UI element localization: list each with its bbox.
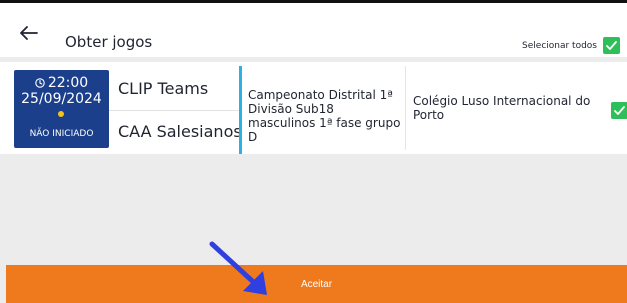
back-arrow-icon[interactable] — [20, 26, 38, 40]
accept-button[interactable]: Aceitar — [6, 265, 627, 303]
accept-button-label: Aceitar — [300, 279, 333, 290]
team-divider — [109, 110, 239, 111]
home-team: CLIP Teams — [118, 79, 209, 98]
checkmark-icon — [614, 106, 625, 115]
accent-bar — [239, 66, 242, 154]
page-title: Obter jogos — [65, 33, 153, 51]
game-status-card: 22:00 25/09/2024 NÃO INICIADO — [14, 70, 109, 148]
away-team: CAA Salesianos — [118, 122, 242, 141]
game-time-text: 22:00 — [47, 75, 89, 91]
clock-icon — [35, 78, 45, 88]
game-date: 25/09/2024 — [21, 91, 102, 107]
game-select-checkbox[interactable] — [611, 102, 627, 119]
header: Obter jogos Selecionar todos — [0, 3, 627, 57]
game-time: 22:00 — [14, 76, 109, 91]
checkmark-icon — [606, 41, 617, 50]
venue-name: Colégio Luso Internacional do Porto — [413, 94, 591, 122]
teams: CLIP Teams CAA Salesianos — [109, 70, 242, 148]
select-all-toggle[interactable]: Selecionar todos — [522, 37, 620, 54]
game-status: NÃO INICIADO — [29, 129, 94, 139]
select-all-label: Selecionar todos — [522, 40, 597, 51]
pointer-arrow-icon — [209, 241, 267, 295]
status-dot — [58, 111, 64, 117]
game-row[interactable]: 22:00 25/09/2024 NÃO INICIADO CLIP Teams… — [0, 62, 627, 154]
select-all-checkbox[interactable] — [603, 37, 620, 54]
column-divider — [405, 66, 406, 150]
competition-name: Campeonato Distrital 1ª Divisão Sub18 ma… — [248, 88, 401, 144]
screen: Obter jogos Selecionar todos 22:00 25/09… — [0, 0, 627, 303]
